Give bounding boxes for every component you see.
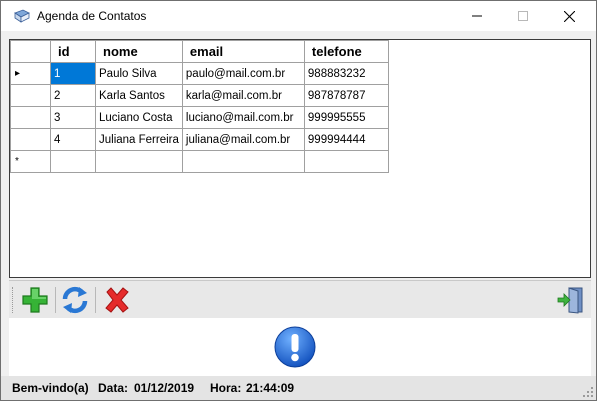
add-button[interactable] — [19, 285, 51, 315]
cell-id[interactable]: 2 — [50, 84, 96, 107]
cell-telefone[interactable]: 987878787 — [303, 84, 389, 107]
window-title: Agenda de Contatos — [37, 9, 147, 23]
cell-id[interactable]: 4 — [50, 128, 96, 151]
new-row[interactable]: * — [10, 150, 389, 173]
cell-telefone[interactable]: 999994444 — [303, 128, 389, 151]
cell-nome[interactable]: Luciano Costa — [95, 106, 183, 129]
refresh-button[interactable] — [59, 285, 91, 315]
new-row-indicator[interactable]: * — [10, 150, 51, 173]
cell-email[interactable]: juliana@mail.com.br — [181, 128, 305, 151]
current-row-indicator[interactable]: ▸ — [10, 62, 51, 85]
contacts-table[interactable]: id nome email telefone ▸ 1 Paulo Silva p… — [10, 40, 389, 173]
time-label: Hora: — [210, 381, 242, 395]
date-value: 01/12/2019 — [134, 381, 195, 395]
column-header-telefone[interactable]: telefone — [303, 40, 389, 63]
status-bar: Bem-vindo(a) Data: 01/12/2019 Hora: 21:4… — [1, 376, 596, 400]
column-header-id[interactable]: id — [50, 40, 96, 63]
title-bar[interactable]: Agenda de Contatos — [1, 1, 596, 31]
exit-door-icon — [557, 287, 583, 314]
cell-telefone[interactable] — [303, 150, 389, 173]
plus-icon — [22, 287, 48, 313]
address-book-icon — [14, 9, 30, 23]
minimize-button[interactable] — [454, 1, 500, 31]
date-label: Data: — [98, 381, 129, 395]
refresh-icon — [62, 286, 88, 314]
delete-button[interactable] — [101, 285, 133, 315]
exit-button[interactable] — [555, 285, 587, 315]
row-header[interactable] — [10, 128, 51, 151]
cell-email[interactable]: paulo@mail.com.br — [181, 62, 305, 85]
cell-nome[interactable] — [95, 150, 183, 173]
cell-nome[interactable]: Paulo Silva — [95, 62, 183, 85]
column-header-nome[interactable]: nome — [95, 40, 183, 63]
cell-email[interactable]: karla@mail.com.br — [181, 84, 305, 107]
cell-telefone[interactable]: 988883232 — [303, 62, 389, 85]
x-icon — [105, 287, 129, 313]
table-row[interactable]: 3 Luciano Costa luciano@mail.com.br 9999… — [10, 106, 389, 129]
cell-id[interactable]: 1 — [50, 62, 96, 85]
cell-nome[interactable]: Karla Santos — [95, 84, 183, 107]
maximize-button[interactable] — [500, 1, 546, 31]
close-icon — [563, 10, 575, 22]
message-area — [9, 318, 591, 376]
time-value: 21:44:09 — [246, 381, 295, 395]
toolbar-separator — [95, 287, 96, 313]
main-window: Agenda de Contatos id nome email telefon… — [0, 0, 597, 401]
cell-telefone[interactable]: 999995555 — [303, 106, 389, 129]
cell-nome[interactable]: Juliana Ferreira — [95, 128, 183, 151]
resize-grip-icon[interactable] — [582, 386, 594, 398]
cell-email[interactable] — [181, 150, 305, 173]
row-header[interactable] — [10, 106, 51, 129]
toolbar — [9, 280, 591, 318]
header-row: id nome email telefone — [10, 40, 389, 63]
table-row[interactable]: 2 Karla Santos karla@mail.com.br 9878787… — [10, 84, 389, 107]
table-row[interactable]: 4 Juliana Ferreira juliana@mail.com.br 9… — [10, 128, 389, 151]
contacts-grid[interactable]: id nome email telefone ▸ 1 Paulo Silva p… — [9, 39, 591, 278]
info-exclamation-icon — [273, 325, 317, 369]
table-row[interactable]: ▸ 1 Paulo Silva paulo@mail.com.br 988883… — [10, 62, 389, 85]
column-header-email[interactable]: email — [181, 40, 305, 63]
cell-email[interactable]: luciano@mail.com.br — [181, 106, 305, 129]
cell-id[interactable]: 3 — [50, 106, 96, 129]
row-header[interactable] — [10, 84, 51, 107]
cell-id[interactable] — [50, 150, 96, 173]
welcome-text: Bem-vindo(a) — [12, 381, 89, 395]
toolbar-grip[interactable] — [12, 287, 15, 313]
close-button[interactable] — [546, 1, 592, 31]
grid-corner[interactable] — [10, 40, 51, 63]
toolbar-separator — [55, 287, 56, 313]
